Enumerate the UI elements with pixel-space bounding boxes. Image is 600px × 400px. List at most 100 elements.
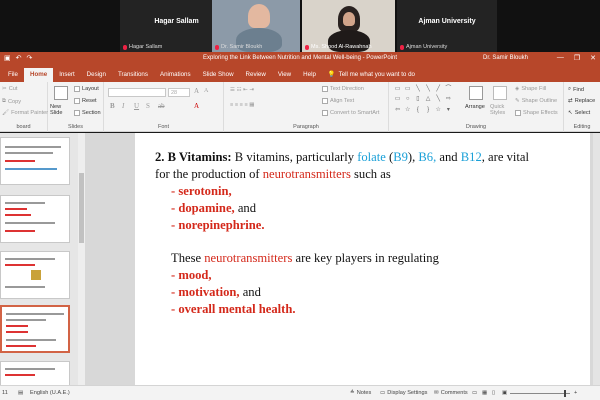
slide-line-1: 2. B Vitamins: B vitamins, particularly … — [155, 150, 529, 164]
participant-face — [248, 4, 270, 28]
new-slide-button[interactable]: New Slide — [50, 104, 74, 116]
find-button[interactable]: ⌕ Find — [568, 86, 584, 93]
tab-home[interactable]: Home — [23, 68, 54, 82]
font-family-field[interactable] — [108, 88, 166, 97]
text-direction-icon — [322, 86, 328, 92]
comment-icon: ✉ — [434, 390, 439, 396]
video-tile-ajman[interactable]: Ajman University Ajman University — [397, 0, 497, 52]
tab-design[interactable]: Design — [81, 68, 112, 82]
font-size-field[interactable]: 28 — [168, 88, 190, 97]
underline-icon[interactable]: U — [134, 102, 139, 110]
font-color-icon[interactable]: A — [194, 102, 199, 110]
paragraph-group-label: Paragraph — [293, 124, 319, 130]
format-painter-button[interactable]: 🖌 Format Painter — [2, 110, 48, 116]
slides-group: New Slide Layout Reset Section Slides — [48, 82, 104, 132]
spellcheck-icon[interactable]: ▤ — [18, 390, 23, 396]
drawing-group-label: Drawing — [465, 124, 487, 130]
tab-help[interactable]: Help — [297, 68, 322, 82]
muted-mic-icon — [305, 44, 309, 50]
slideshow-icon[interactable]: ▣ — [502, 390, 507, 396]
account-name[interactable]: Dr. Samir Bloukh — [483, 55, 528, 61]
bullet-motivation: - motivation, and — [171, 285, 261, 299]
section-button[interactable]: Section — [74, 110, 101, 116]
video-strip: Hagar Sallam Hagar Sallam Dr. Samir Blou… — [0, 0, 600, 52]
quick-styles-button[interactable]: Quick Styles — [490, 104, 512, 116]
slide-thumbnail[interactable] — [0, 361, 70, 385]
slide-canvas[interactable]: 2. B Vitamins: B vitamins, particularly … — [135, 133, 590, 385]
tell-me-search[interactable]: 💡 Tell me what you want to do — [328, 68, 415, 82]
participant-face — [343, 12, 355, 26]
participant-label: Ms. Shood Al-Rawahnah — [305, 44, 372, 50]
quick-styles-icon[interactable] — [493, 86, 507, 100]
new-slide-icon[interactable] — [54, 86, 68, 100]
tab-transitions[interactable]: Transitions — [112, 68, 154, 82]
replace-button[interactable]: ⇄ Replace — [568, 98, 595, 104]
comments-button[interactable]: ✉ Comments — [434, 390, 468, 396]
slide-thumbnail[interactable] — [0, 195, 70, 243]
italic-icon[interactable]: I — [122, 102, 124, 110]
convert-smartart-button[interactable]: Convert to SmartArt — [322, 110, 379, 116]
tab-review[interactable]: Review — [240, 68, 272, 82]
tab-insert[interactable]: Insert — [53, 68, 80, 82]
video-tile-shood[interactable]: Ms. Shood Al-Rawahnah — [302, 0, 395, 52]
align-icons[interactable]: ≡ ≡ ≡ ≡ ▦ — [230, 102, 255, 108]
normal-view-icon[interactable]: ▭ — [472, 390, 477, 396]
video-tile-samir[interactable]: Dr. Samir Bloukh — [212, 0, 300, 52]
shape-effects-button[interactable]: Shape Effects — [515, 110, 558, 116]
status-bar: 11 ▤ English (U.A.E.) ≙ Notes ▭ Display Se… — [0, 385, 600, 400]
arrange-icon[interactable] — [469, 86, 483, 100]
layout-icon — [74, 86, 80, 92]
reset-button[interactable]: Reset — [74, 98, 97, 104]
align-text-button[interactable]: Align Text — [322, 98, 354, 104]
tab-file[interactable]: File — [2, 68, 24, 82]
grow-font-icon[interactable]: A — [194, 87, 199, 95]
text-direction-button[interactable]: Text Direction — [322, 86, 364, 92]
layout-button[interactable]: Layout — [74, 86, 99, 92]
search-icon: ⌕ — [568, 86, 572, 92]
restore-button[interactable]: ❐ — [574, 54, 580, 62]
select-button[interactable]: ↖ Select — [568, 110, 590, 116]
copy-icon: ⧉ — [2, 98, 6, 104]
tab-view[interactable]: View — [272, 68, 297, 82]
replace-icon: ⇄ — [568, 98, 573, 104]
display-settings-button[interactable]: ▭ Display Settings — [380, 390, 427, 396]
title-bar: ▣ ↶ ↷ Exploring the Link Between Nutriti… — [0, 52, 600, 66]
muted-mic-icon — [400, 44, 404, 50]
slide-thumbnail[interactable] — [0, 251, 70, 299]
muted-mic-icon — [215, 44, 219, 50]
arrange-button[interactable]: Arrange — [465, 104, 485, 110]
strikethrough-icon[interactable]: ab — [158, 102, 165, 110]
language-indicator[interactable]: English (U.A.E.) — [30, 390, 70, 396]
slide-sorter-icon[interactable]: ▦ — [482, 390, 487, 396]
shape-outline-button[interactable]: ✎ Shape Outline — [515, 98, 557, 104]
thumbnail-scrollbar[interactable] — [78, 133, 85, 385]
slide-thumbnail-selected[interactable] — [0, 305, 70, 353]
reading-view-icon[interactable]: ▯ — [492, 390, 495, 396]
zoom-slider-knob[interactable] — [564, 390, 566, 397]
bullets-icon[interactable]: ☰ ☷ ⇤ ⇥ — [230, 87, 254, 93]
minimize-button[interactable]: — — [557, 54, 564, 62]
shape-fill-button[interactable]: ◈ Shape Fill — [515, 86, 546, 92]
shapes-gallery[interactable]: ▭ ▭ ╲ ╲ ╱ ⌒ ▭ ○ ▯ △ ╲ ⇨ ⇦ ☆{} ☆ ▾ — [393, 86, 453, 116]
scrollbar-thumb[interactable] — [79, 173, 84, 243]
bold-icon[interactable]: B — [110, 102, 115, 110]
slide-thumbnail[interactable] — [0, 137, 70, 185]
editing-group: ⌕ Find ⇄ Replace ↖ Select Editing — [564, 82, 600, 132]
shadow-icon[interactable]: S — [146, 102, 150, 110]
bullet-serotonin: - serotonin, — [171, 184, 232, 198]
close-button[interactable]: ✕ — [590, 54, 596, 62]
copy-button[interactable]: ⧉ Copy — [2, 98, 21, 105]
drawing-group: ▭ ▭ ╲ ╲ ╱ ⌒ ▭ ○ ▯ △ ╲ ⇨ ⇦ ☆{} ☆ ▾ Arrange Quick Style… — [389, 82, 564, 132]
pen-icon: ✎ — [515, 98, 520, 104]
slide-text-box[interactable]: 2. B Vitamins: B vitamins, particularly … — [155, 149, 575, 318]
display-icon: ▭ — [380, 390, 386, 396]
tab-slide-show[interactable]: Slide Show — [197, 68, 240, 82]
tab-animations[interactable]: Animations — [154, 68, 197, 82]
cut-button[interactable]: ✂ Cut — [2, 86, 17, 92]
workspace-scrollbar[interactable] — [593, 133, 600, 385]
zoom-slider[interactable] — [510, 393, 570, 394]
notes-button[interactable]: ≙ Notes — [350, 390, 371, 396]
shrink-font-icon[interactable]: A — [204, 88, 208, 94]
zoom-in-icon[interactable]: + — [574, 390, 577, 396]
notes-icon: ≙ — [350, 390, 355, 396]
